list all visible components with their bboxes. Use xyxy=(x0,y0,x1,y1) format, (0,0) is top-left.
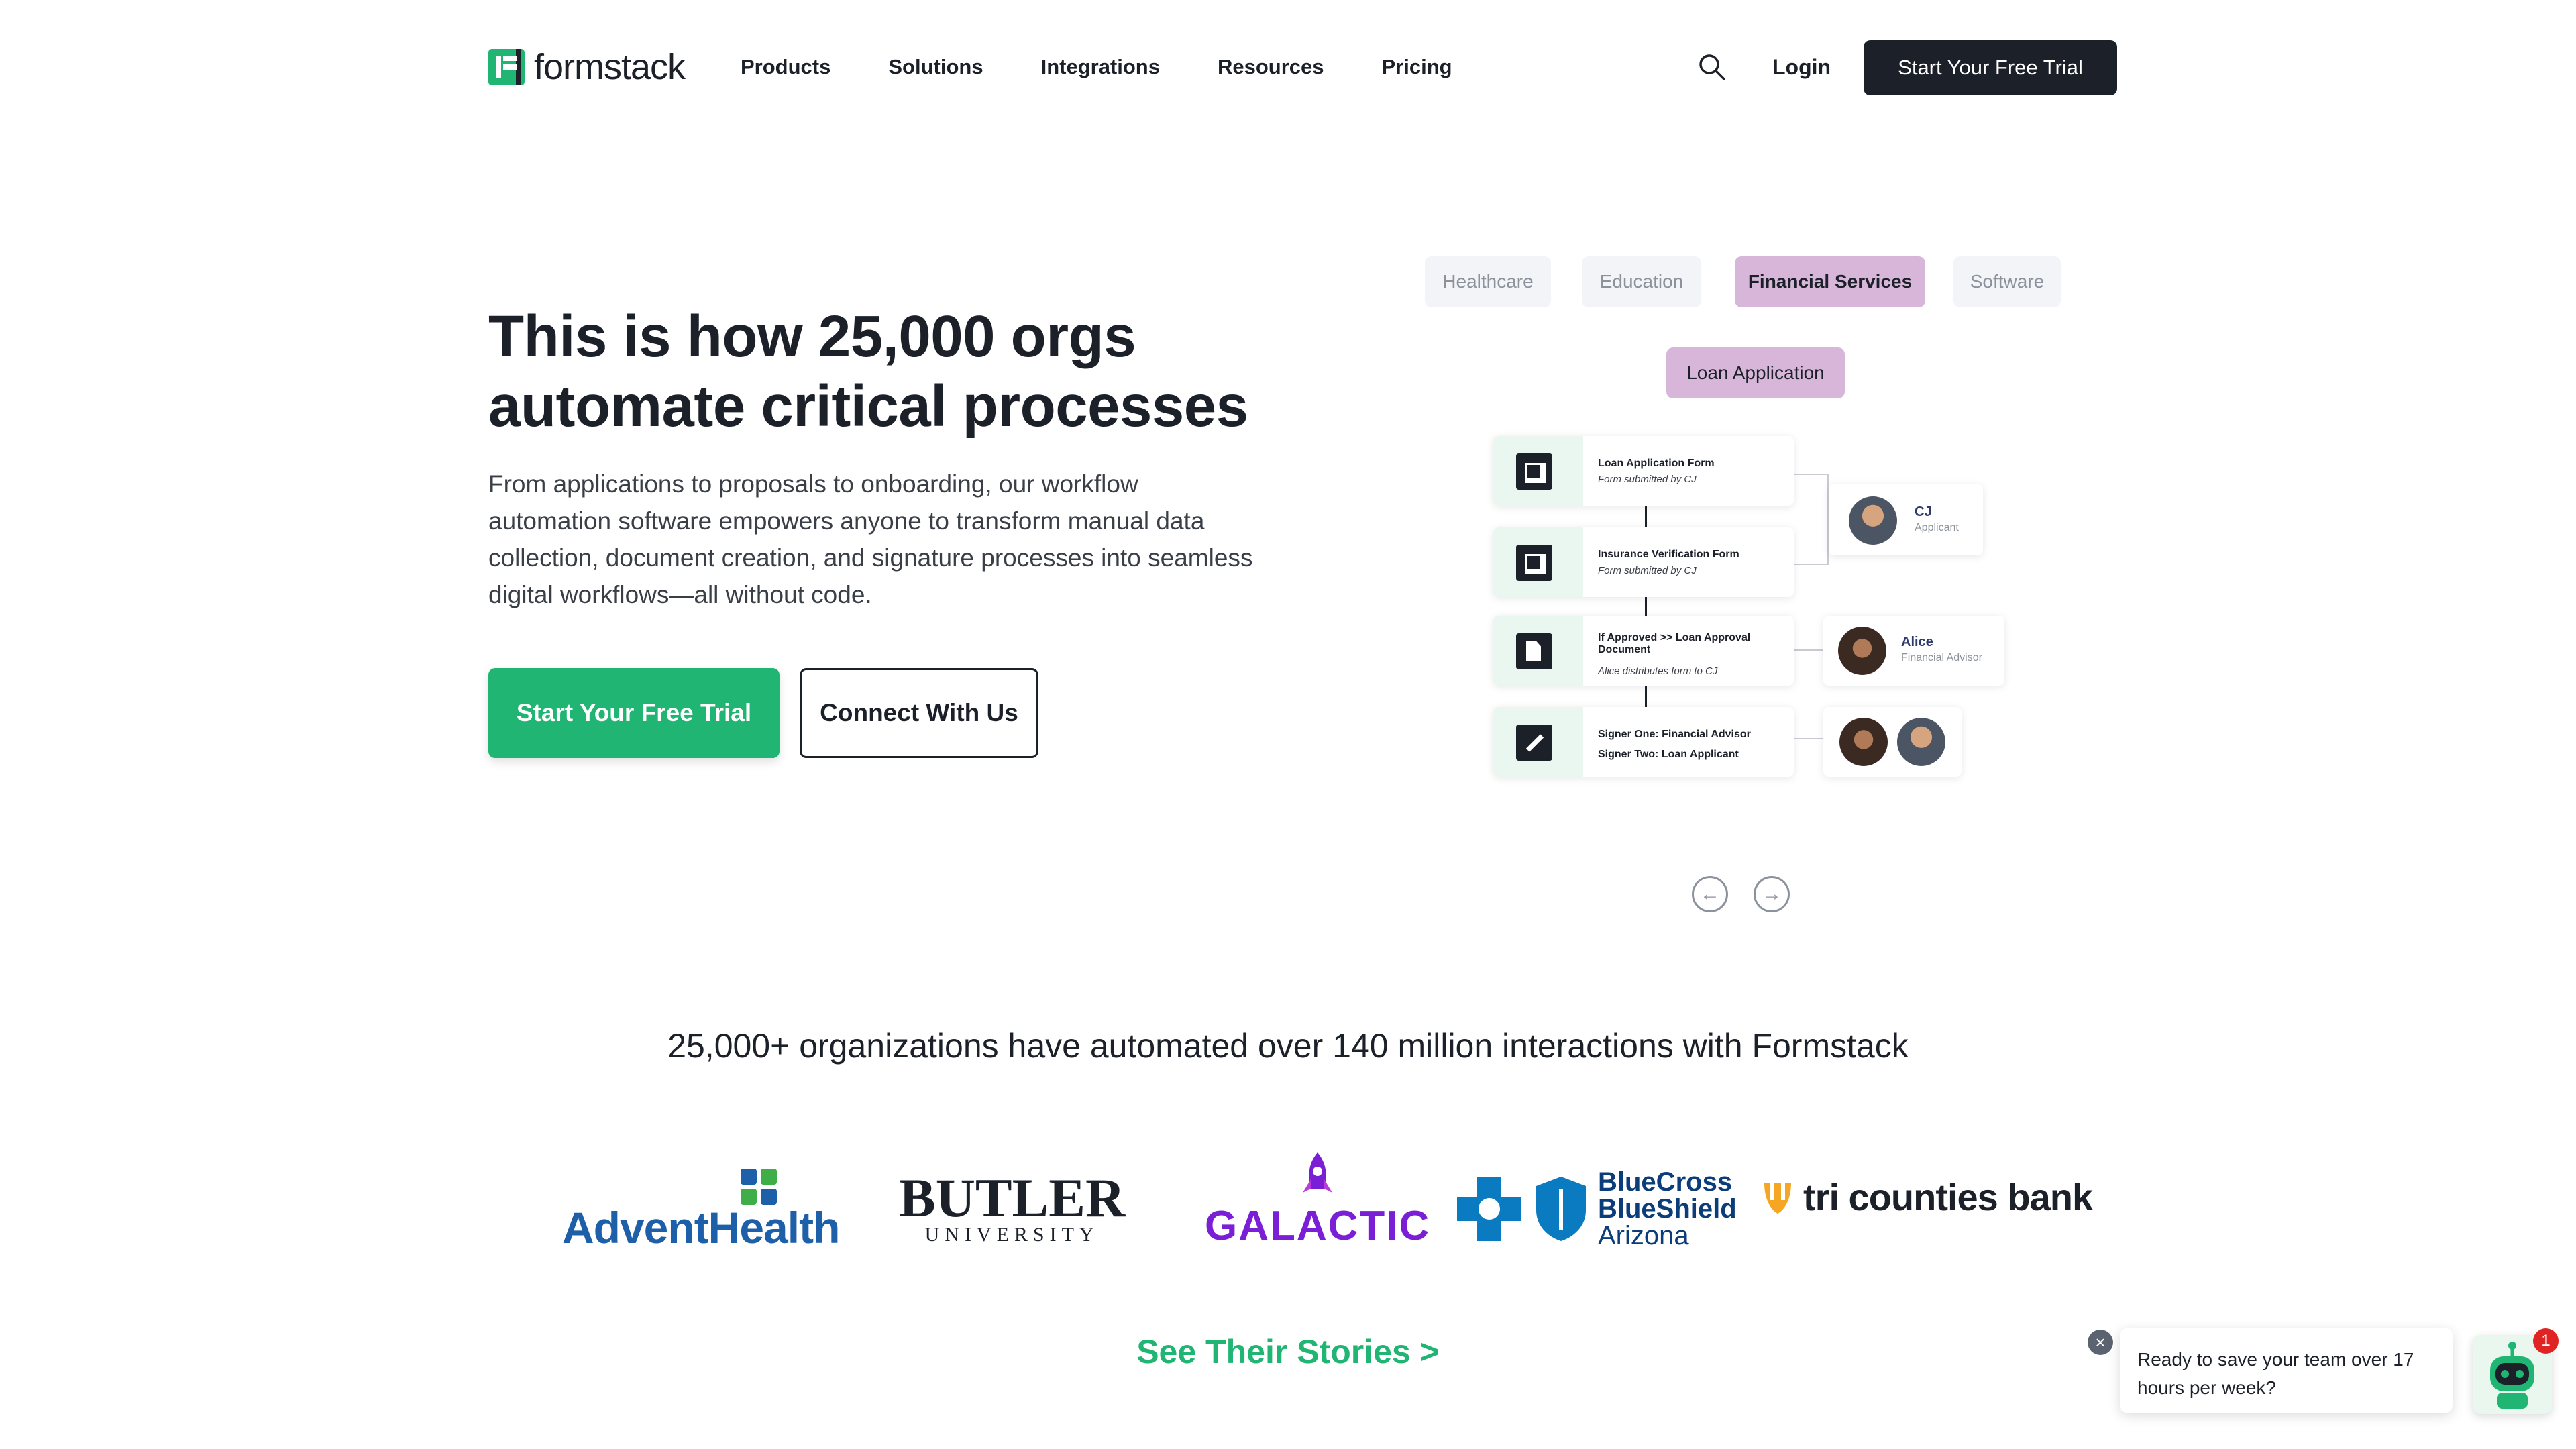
notification-badge: 1 xyxy=(2533,1328,2559,1354)
step-subtitle: Alice distributes form to CJ xyxy=(1598,665,1718,677)
chat-message[interactable]: Ready to save your team over 17 hours pe… xyxy=(2120,1328,2453,1413)
connector-line xyxy=(1794,649,1823,651)
avatar xyxy=(1838,627,1886,675)
avatar xyxy=(1839,718,1888,766)
person-card: CJ Applicant xyxy=(1829,484,1983,555)
step-title: Insurance Verification Form xyxy=(1598,549,1739,560)
step-title: Signer One: Financial Advisor xyxy=(1598,729,1751,740)
tab-education[interactable]: Education xyxy=(1582,256,1701,307)
butler-logo: BUTLER UNIVERSITY xyxy=(899,1167,1126,1246)
nav-resources[interactable]: Resources xyxy=(1218,51,1324,83)
person-name: CJ xyxy=(1915,504,1932,519)
tri-counties-logo: tri counties bank xyxy=(1760,1175,2093,1219)
bcbs-logo: BlueCross BlueShield Arizona xyxy=(1454,1169,1737,1249)
tab-financial-services[interactable]: Financial Services xyxy=(1735,256,1925,307)
connector-line xyxy=(1794,738,1823,739)
workflow-name-tag: Loan Application xyxy=(1666,347,1845,398)
carousel-prev-button[interactable]: ← xyxy=(1692,876,1728,912)
butler-text: BUTLER xyxy=(899,1167,1126,1228)
workflow-step: If Approved >> Loan Approval Document Al… xyxy=(1493,616,1794,686)
adventhealth-logo: AdventHealth xyxy=(562,1167,840,1252)
hero-description: From applications to proposals to onboar… xyxy=(488,470,1253,608)
arrow-left-icon: ← xyxy=(1700,883,1720,905)
stats-heading: 25,000+ organizations have automated ove… xyxy=(667,1027,1909,1065)
flow-line xyxy=(1645,506,1647,527)
workflow-step: Loan Application Form Form submitted by … xyxy=(1493,436,1794,506)
header-trial-button[interactable]: Start Your Free Trial xyxy=(1864,40,2117,95)
login-link[interactable]: Login xyxy=(1772,51,1831,83)
person-role: Financial Advisor xyxy=(1901,652,1982,663)
step-subtitle: Form submitted by CJ xyxy=(1598,474,1697,485)
galactic-logo: GALACTIC xyxy=(1205,1151,1430,1250)
person-role: Applicant xyxy=(1915,522,1959,533)
arrow-right-icon: → xyxy=(1762,883,1782,905)
flow-line xyxy=(1645,686,1647,707)
step-subtitle: Form submitted by CJ xyxy=(1598,565,1697,576)
main-nav: Products Solutions Integrations Resource… xyxy=(741,51,1510,83)
chat-close-button[interactable]: × xyxy=(2088,1330,2113,1355)
nav-pricing[interactable]: Pricing xyxy=(1382,51,1452,83)
galactic-text: GALACTIC xyxy=(1205,1203,1431,1249)
carousel-next-button[interactable]: → xyxy=(1754,876,1790,912)
pen-icon xyxy=(1516,724,1552,761)
adventhealth-text: AdventHealth xyxy=(562,1203,840,1252)
nav-integrations[interactable]: Integrations xyxy=(1041,51,1160,83)
formstack-logo-icon xyxy=(488,49,525,85)
logo-text: formstack xyxy=(534,47,686,87)
connector-line xyxy=(1794,474,1829,565)
adventhealth-mark-icon xyxy=(741,1169,777,1205)
bluecross-icon xyxy=(1457,1177,1521,1241)
bcbs-line2: BlueShield xyxy=(1598,1194,1737,1224)
bcbs-line3: Arizona xyxy=(1598,1221,1689,1250)
formstack-logo[interactable]: formstack xyxy=(488,47,686,87)
hero-title: This is how 25,000 orgs automate critica… xyxy=(488,304,1248,439)
bcbs-line1: BlueCross xyxy=(1598,1167,1733,1197)
nav-products[interactable]: Products xyxy=(741,51,830,83)
tri-counties-text: tri counties bank xyxy=(1803,1176,2093,1218)
person-name: Alice xyxy=(1901,635,1933,649)
avatar xyxy=(1897,718,1945,766)
connect-button[interactable]: Connect With Us xyxy=(800,668,1038,758)
blueshield-icon xyxy=(1536,1177,1586,1241)
galactic-rocket-icon xyxy=(1303,1152,1333,1193)
site-header: formstack Products Solutions Integration… xyxy=(0,0,2576,134)
form-icon xyxy=(1516,453,1552,490)
nav-solutions[interactable]: Solutions xyxy=(888,51,983,83)
step-title: Loan Application Form xyxy=(1598,458,1715,469)
avatar xyxy=(1849,496,1897,545)
tri-counties-mark-icon xyxy=(1764,1182,1791,1214)
person-card xyxy=(1823,707,1962,777)
workflow-step: Signer One: Financial Advisor Signer Two… xyxy=(1493,707,1794,777)
tab-software[interactable]: Software xyxy=(1953,256,2061,307)
person-card: Alice Financial Advisor xyxy=(1823,616,2004,686)
bcbs-text: BlueCross BlueShield Arizona xyxy=(1598,1169,1737,1249)
form-icon xyxy=(1516,545,1552,581)
step-title: If Approved >> Loan Approval Document xyxy=(1598,632,1751,655)
search-icon[interactable] xyxy=(1697,52,1727,82)
butler-subtext: UNIVERSITY xyxy=(924,1224,1099,1246)
document-icon xyxy=(1516,633,1552,669)
close-icon: × xyxy=(2095,1332,2106,1352)
tab-healthcare[interactable]: Healthcare xyxy=(1425,256,1551,307)
start-trial-button[interactable]: Start Your Free Trial xyxy=(488,668,780,758)
step-subtitle: Signer Two: Loan Applicant xyxy=(1598,749,1739,760)
workflow-step: Insurance Verification Form Form submitt… xyxy=(1493,527,1794,597)
